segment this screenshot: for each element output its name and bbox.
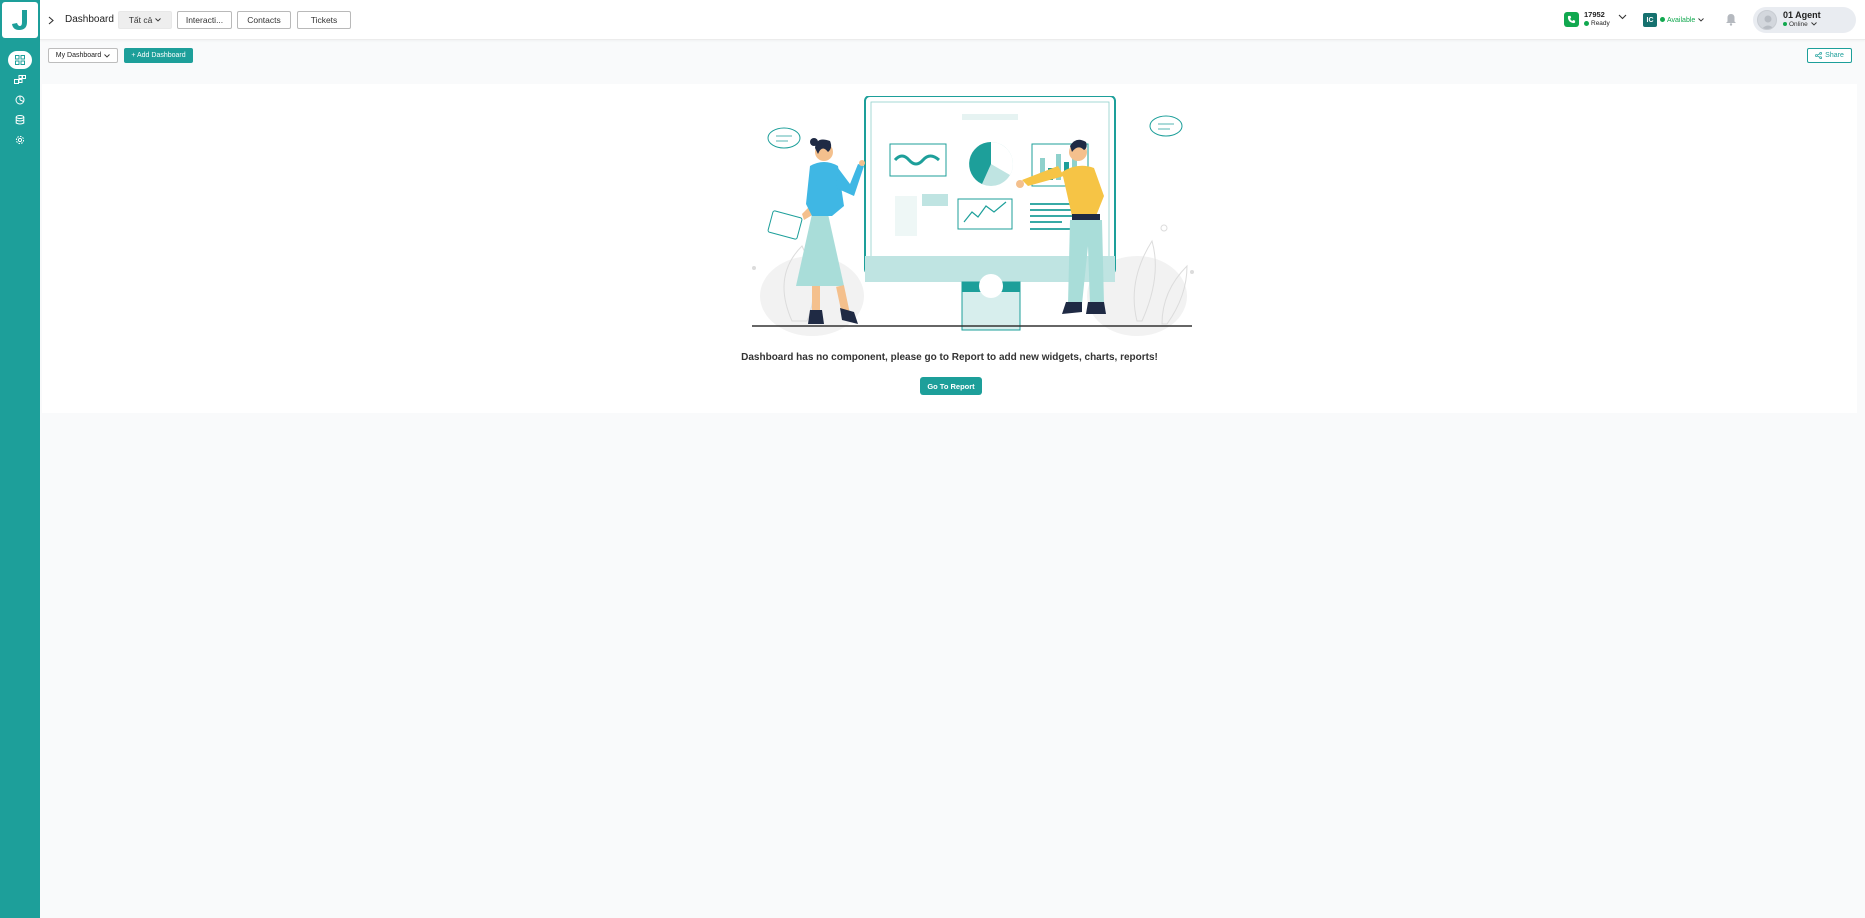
availability-selector[interactable]: IC Available xyxy=(1643,12,1705,28)
tab-all-label: Tất cả xyxy=(128,15,153,25)
database-icon xyxy=(15,115,25,125)
sidebar-item-dashboard-highlight xyxy=(8,51,32,69)
sidebar-item-settings[interactable] xyxy=(0,130,40,150)
phone-dropdown-chevron-icon[interactable] xyxy=(1618,14,1627,20)
phone-status-widget[interactable]: 17952 Ready xyxy=(1564,10,1632,30)
dashboard-grid-icon xyxy=(15,55,25,65)
sidebar-nav xyxy=(0,50,40,150)
top-bar: Dashboard Tất cả Interacti... Contacts T… xyxy=(40,0,1865,40)
user-state-label: Online xyxy=(1789,21,1808,28)
chevron-right-icon xyxy=(48,16,54,24)
empty-dashboard-message: Dashboard has no component, please go to… xyxy=(741,352,1158,363)
phone-icon xyxy=(1564,12,1579,27)
sidebar-item-reports[interactable] xyxy=(0,90,40,110)
modules-icon xyxy=(14,75,26,84)
chevron-down-icon xyxy=(155,18,162,22)
chevron-down-icon xyxy=(104,53,111,58)
expand-sidebar-button[interactable] xyxy=(44,12,58,28)
chevron-down-icon xyxy=(1810,22,1817,26)
dashboard-panel: Dashboard has no component, please go to… xyxy=(42,84,1857,413)
go-to-report-button[interactable]: Go To Report xyxy=(920,377,982,395)
availability-badge-icon: IC xyxy=(1643,13,1657,27)
available-dot-icon xyxy=(1660,17,1665,23)
dashboard-selector-label: My Dashboard xyxy=(55,52,102,59)
availability-label: Available xyxy=(1660,16,1705,24)
share-icon xyxy=(1815,52,1823,59)
online-dot-icon xyxy=(1783,22,1787,27)
app-logo[interactable] xyxy=(2,2,38,38)
dashboard-selector[interactable]: My Dashboard xyxy=(48,48,118,63)
phone-ready-status: Ready xyxy=(1584,20,1610,27)
add-dashboard-button[interactable]: + Add Dashboard xyxy=(124,48,193,63)
user-name: 01 Agent xyxy=(1783,10,1821,20)
phone-status-label: Ready xyxy=(1591,20,1610,27)
avatar xyxy=(1757,10,1777,30)
sidebar-item-modules[interactable] xyxy=(0,70,40,90)
sidebar-item-dashboard[interactable] xyxy=(0,50,40,70)
tab-all[interactable]: Tất cả xyxy=(118,11,172,29)
availability-label-text: Available xyxy=(1667,16,1696,24)
sidebar-item-database[interactable] xyxy=(0,110,40,130)
tab-tickets[interactable]: Tickets xyxy=(297,11,351,29)
tab-interactions[interactable]: Interacti... xyxy=(177,11,232,29)
user-online-state: Online xyxy=(1783,21,1817,28)
tab-contacts[interactable]: Contacts xyxy=(237,11,291,29)
phone-extension: 17952 xyxy=(1584,10,1605,19)
ready-dot-icon xyxy=(1584,20,1589,26)
share-button[interactable]: Share xyxy=(1807,48,1852,63)
logo-mark-icon xyxy=(12,10,27,30)
report-pie-icon xyxy=(15,95,25,105)
empty-dashboard-illustration xyxy=(752,96,1194,336)
user-menu[interactable]: 01 Agent Online xyxy=(1753,7,1856,33)
notification-bell-icon[interactable] xyxy=(1725,13,1737,26)
user-avatar-icon xyxy=(1761,15,1775,29)
settings-gear-icon xyxy=(15,135,25,145)
chevron-down-icon xyxy=(1698,17,1705,22)
sidebar xyxy=(0,0,40,918)
share-label: Share xyxy=(1825,52,1844,59)
page-title: Dashboard xyxy=(65,14,114,25)
